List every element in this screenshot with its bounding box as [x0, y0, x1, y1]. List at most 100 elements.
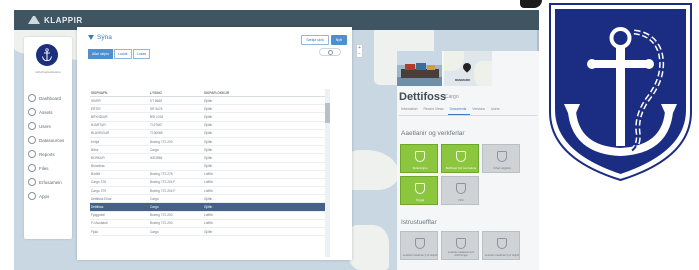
apps-icon: [28, 192, 36, 200]
assets-icon: [28, 108, 36, 116]
document-tile[interactable]: Skráninginu: [400, 144, 438, 173]
table-row[interactable]: Fjoggufoll Boeing 737-200 Loftför: [90, 212, 330, 220]
asset-list-panel: Sýna Allar skipin Laddir Losad Sækja skr…: [77, 27, 352, 260]
table-row[interactable]: ÉRTIR SR 5476 Gjöfin: [90, 105, 330, 114]
download-button[interactable]: Sækja skrá: [301, 35, 329, 45]
table-cell: Loftför: [204, 221, 214, 226]
table-body: SKIRR KT 6665 Gjöfin ÉRTIR SR 5476 Gjöfin BRYN…: [90, 97, 330, 237]
table-row[interactable]: Búrfell Boeing 737-278 Loftför: [90, 171, 330, 179]
document-tile[interactable]: Lesbók maskinar fyrir skipið: [482, 231, 520, 260]
sidebar-item-datasources[interactable]: Datasources: [24, 133, 72, 147]
table-cell: Dettifoss: [91, 205, 104, 210]
sidebar-item-assets[interactable]: Assets: [24, 105, 72, 119]
table-cell: Gjöfin: [204, 139, 213, 144]
sidebar-item-apps[interactable]: Apps: [24, 189, 72, 203]
table-cell: Gjöfin: [204, 196, 213, 201]
table-row[interactable]: BRYNDIUR BSI 1034 Gjöfin: [90, 113, 330, 122]
chip-loaded[interactable]: Laddir: [113, 49, 132, 59]
device-corner: [520, 0, 542, 8]
map-country-label: DENMARK: [455, 78, 471, 82]
brand-name: KLAPPIR: [44, 15, 83, 25]
map-land: [344, 150, 399, 190]
anchor-icon: [42, 48, 52, 61]
tab-users[interactable]: Users: [489, 106, 504, 115]
table-cell: Boeing 737-200: [150, 139, 173, 144]
tab-documents[interactable]: Documents: [447, 106, 471, 115]
klappir-logo-icon: [28, 16, 40, 24]
table-row[interactable]: BJARTUR T127667 Gjöfin: [90, 122, 330, 130]
sidebar-item-reports[interactable]: Reports: [24, 147, 72, 161]
document-tile[interactable]: ISM: [441, 176, 479, 205]
filter-chips: Allar skipin Laddir Losad: [88, 49, 151, 59]
scrollbar-thumb[interactable]: [325, 103, 330, 123]
ship-type: Cargo: [445, 94, 459, 100]
table-cell: Gjöfin: [204, 229, 213, 234]
filter-icon: [88, 35, 94, 40]
table-row[interactable]: Dettifoss Cargo Gjöfin: [90, 203, 330, 212]
tab-versions[interactable]: Versions: [470, 106, 489, 115]
table-cell: Fjúla: [91, 229, 98, 234]
asset-table: SKIPNAFN LÝSING SKIPAFLOKKUR SKIRR KT 666…: [90, 89, 330, 237]
document-tile[interactable]: Úthal velgskrá: [482, 144, 520, 173]
table-row[interactable]: FJ Ausbasti Boeing 737-200 Loftför: [90, 220, 330, 228]
document-tile[interactable]: Lesbók maskinar fyrir áhöfnunga: [441, 231, 479, 260]
table-cell: T130085: [150, 131, 163, 136]
zoom-out-button[interactable]: −: [357, 51, 362, 57]
table-cell: Fjoggufoll: [91, 213, 105, 218]
table-row[interactable]: Dettifoss Elías Cargo Gjöfin: [90, 195, 330, 204]
table-row[interactable]: Cargo 378 Boeing 737-204 F Loftför: [90, 179, 330, 188]
table-row[interactable]: Cargo 379 Boeing 737-204 F Loftför: [90, 187, 330, 196]
section-instructions-title: Istrustuefflar: [401, 219, 437, 226]
map-zoom-control: + −: [356, 44, 363, 58]
section-plans-title: Aaetlanir og verkferlar: [401, 130, 465, 137]
chip-all-ships[interactable]: Allar skipin: [88, 49, 113, 59]
tab-information[interactable]: Information: [399, 106, 422, 115]
tab-recent-views[interactable]: Recent Views: [422, 106, 448, 115]
table-cell: Loftför: [204, 172, 214, 177]
table-row[interactable]: Fjúla Cargo Gjöfin: [90, 228, 330, 237]
table-cell: Gjöfin: [204, 155, 213, 160]
column-header[interactable]: LÝSING: [150, 91, 204, 95]
document-tile-label: Lesbók maskinar fyrir skipið: [484, 252, 520, 257]
table-row[interactable]: BLÁVEIGUR T130085 Gjöfin: [90, 130, 330, 138]
column-header[interactable]: SKIPNAFN: [90, 91, 150, 95]
shield-icon: [497, 151, 507, 162]
sidebar-item-dashboard[interactable]: Dashboard: [24, 91, 72, 105]
document-tile[interactable]: Borfingur fyrir kennsluna: [441, 144, 479, 173]
table-cell: Gjöfin: [204, 164, 213, 169]
sidebar-item-users[interactable]: Users: [24, 119, 72, 133]
new-button[interactable]: Nýtt: [330, 35, 347, 45]
filter-title[interactable]: Sýna: [88, 34, 112, 41]
sidebar-item-erfusamein[interactable]: Erfusamein: [24, 175, 72, 189]
table-scrollbar[interactable]: [325, 89, 330, 257]
table-row[interactable]: Þriðjá Boeing 737-200 Gjöfin: [90, 138, 330, 147]
document-tile[interactable]: Lesbók maskinar fyrir skipið: [400, 231, 438, 260]
table-row[interactable]: BORKUR IKE3966 Gjöfin: [90, 154, 330, 163]
shield-icon: [497, 238, 507, 249]
shield-icon: [415, 183, 425, 194]
document-tile-label: Borfingur fyrir kennsluna: [445, 165, 477, 170]
table-cell: Cargo: [150, 196, 159, 201]
table-row[interactable]: Bíkur Cargo Gjöfin: [90, 146, 330, 155]
table-cell: Boeing 737-200: [150, 213, 173, 218]
column-header[interactable]: SKIPAFLOKKUR: [204, 91, 284, 95]
table-cell: Bíkur: [91, 147, 99, 152]
chip-unloaded[interactable]: Losad: [132, 49, 151, 59]
document-tile-label: Úthal velgskrá: [493, 165, 511, 170]
map-land: [349, 225, 389, 270]
shield-icon: [456, 183, 466, 194]
table-cell: Gjöfin: [204, 98, 213, 103]
users-icon: [28, 122, 36, 130]
table-row[interactable]: Brúarfoss Gjöfin: [90, 163, 330, 171]
document-tile-label: ISM: [458, 197, 464, 202]
document-tile[interactable]: Öryggi: [400, 176, 438, 205]
search-input[interactable]: [319, 48, 341, 56]
ship-photo: [397, 51, 442, 86]
table-cell: Gjöfin: [204, 123, 213, 128]
table-cell: T127667: [150, 123, 163, 128]
sidebar: skibsfragtselskabet Dashboard Assets Use…: [24, 37, 72, 239]
table-row[interactable]: SKIRR KT 6665 Gjöfin: [90, 97, 330, 106]
table-cell: SKIRR: [91, 98, 101, 103]
sidebar-item-files[interactable]: Files: [24, 161, 72, 175]
plans-grid: Skráninginu Borfingur fyrir kennsluna Útha…: [400, 144, 520, 205]
